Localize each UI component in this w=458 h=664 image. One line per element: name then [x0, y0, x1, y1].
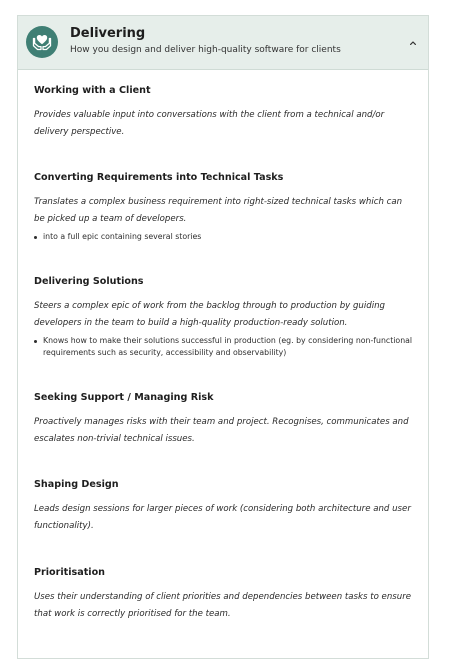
card-subtitle: How you design and deliver high-quality …: [70, 45, 341, 55]
list-item-text: Knows how to make their solutions succes…: [43, 336, 413, 357]
section-description: Translates a complex business requiremen…: [34, 197, 403, 224]
section-delivering-solutions: Delivering Solutions Steers a complex ep…: [34, 276, 414, 358]
bullet: [34, 339, 37, 343]
section-description: Proactively manages risks with their tea…: [34, 417, 409, 444]
section-title: Converting Requirements into Technical T…: [34, 172, 284, 183]
section-title: Working with a Client: [34, 85, 151, 96]
heart-hands-icon: [26, 26, 58, 58]
section-description: Uses their understanding of client prior…: [34, 592, 412, 619]
section-prioritisation: Prioritisation Uses their understanding …: [34, 567, 414, 622]
section-description: Steers a complex epic of work from the b…: [34, 301, 385, 328]
section-title: Delivering Solutions: [34, 276, 144, 287]
section-list: Knows how to make their solutions succes…: [34, 335, 414, 358]
section-working-with-a-client: Working with a Client Provides valuable …: [34, 85, 414, 140]
section-shaping-design: Shaping Design Leads design sessions for…: [34, 479, 414, 534]
list-item: into a full epic containing several stor…: [34, 231, 414, 243]
delivering-card: Delivering How you design and deliver hi…: [17, 15, 429, 659]
bullet: [34, 235, 37, 239]
list-item: Knows how to make their solutions succes…: [34, 335, 414, 358]
section-title: Seeking Support / Managing Risk: [34, 392, 214, 403]
section-seeking-support: Seeking Support / Managing Risk Proactiv…: [34, 392, 414, 447]
section-description: Leads design sessions for larger pieces …: [34, 504, 411, 531]
card-header[interactable]: Delivering How you design and deliver hi…: [18, 16, 428, 70]
section-converting-requirements: Converting Requirements into Technical T…: [34, 172, 414, 243]
section-description: Provides valuable input into conversatio…: [34, 110, 385, 137]
list-item-text: into a full epic containing several stor…: [43, 232, 202, 241]
chevron-up-icon[interactable]: [406, 35, 420, 49]
section-title: Shaping Design: [34, 479, 119, 490]
card-title: Delivering: [70, 26, 146, 41]
section-title: Prioritisation: [34, 567, 106, 578]
section-list: into a full epic containing several stor…: [34, 231, 414, 243]
